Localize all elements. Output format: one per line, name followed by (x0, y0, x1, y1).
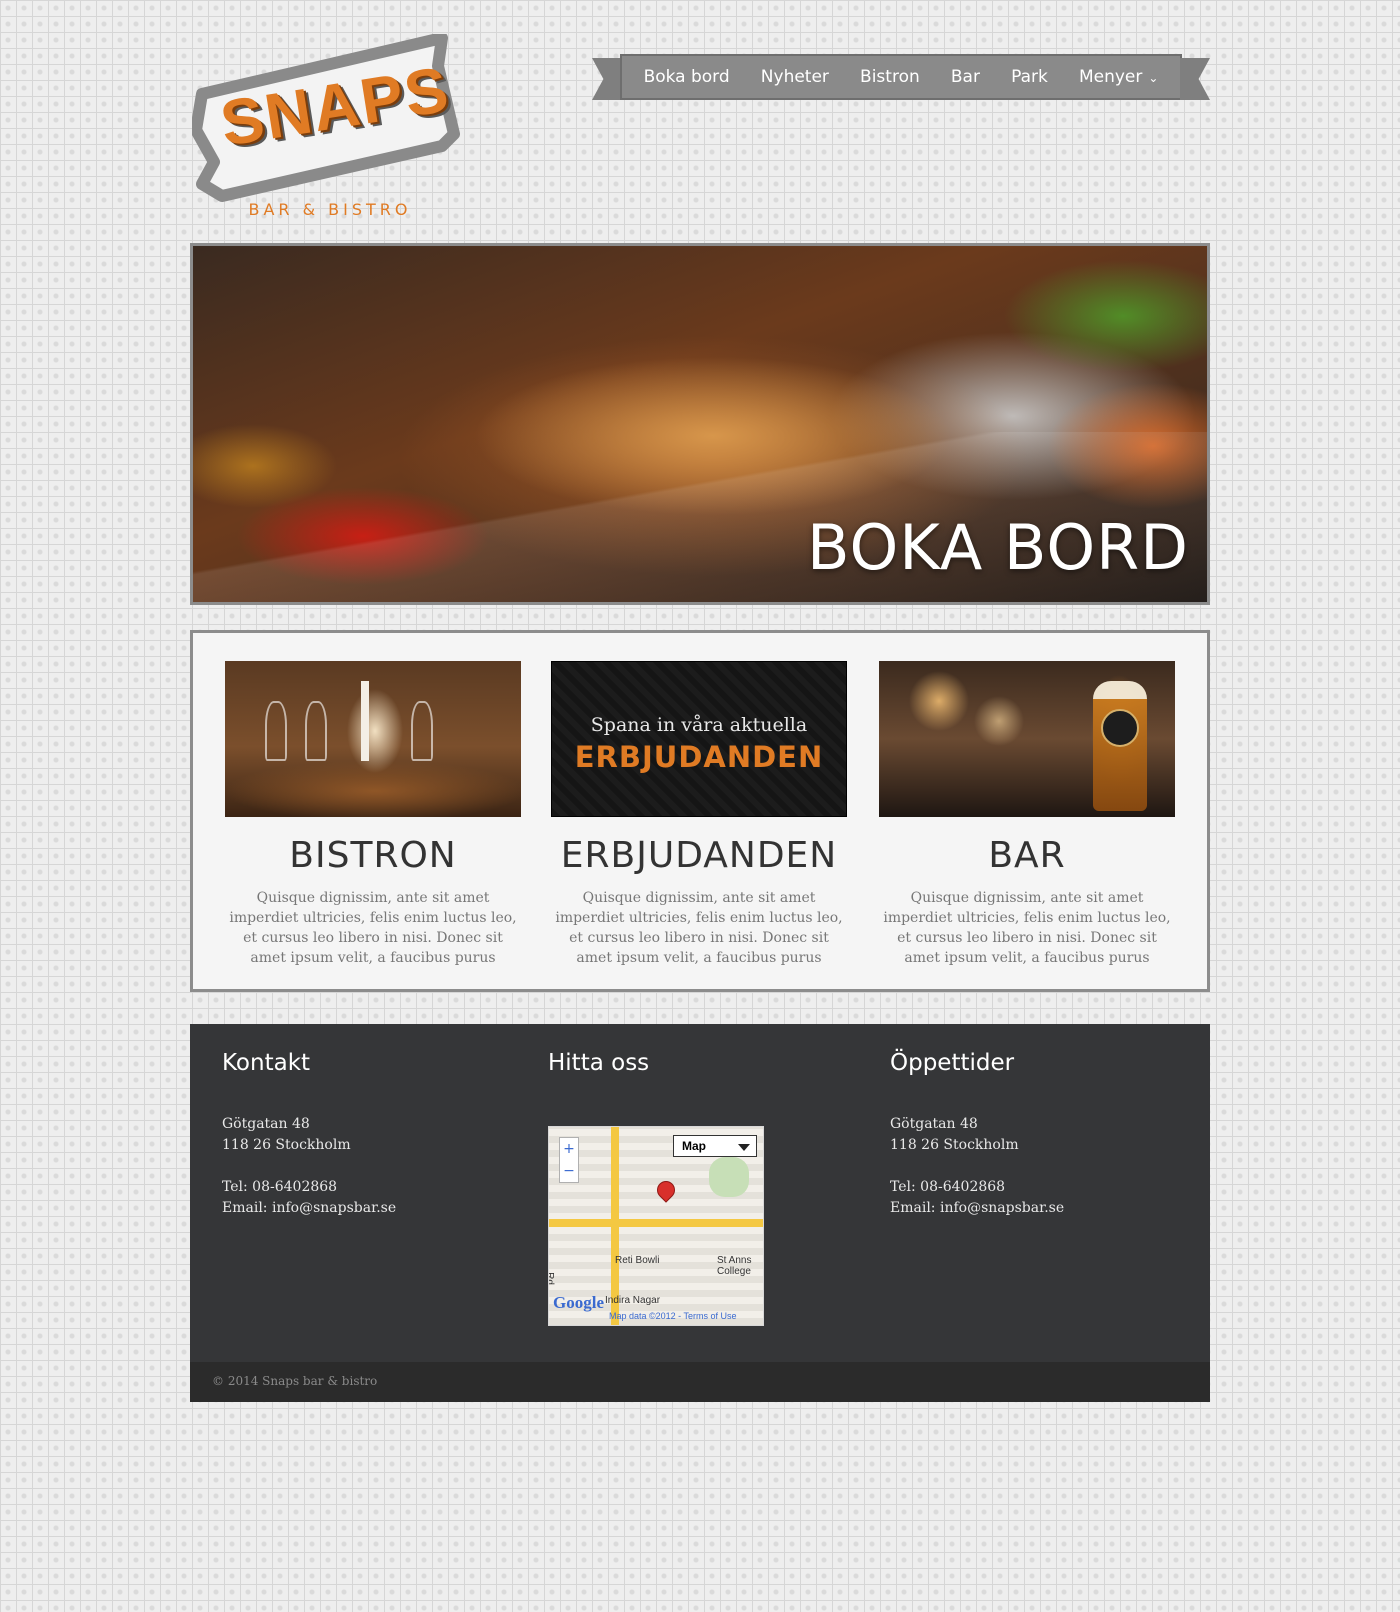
offers-banner-image: Spana in våra aktuella ERBJUDANDEN (551, 661, 847, 817)
copyright-bar: © 2014 Snaps bar & bistro (190, 1362, 1210, 1402)
google-map[interactable]: + − Map Reti Bowli St Anns College Indir… (548, 1126, 764, 1326)
offers-banner-line1: Spana in våra aktuella (590, 714, 808, 736)
email-link[interactable]: Email: info@snapsbar.se (890, 1198, 1170, 1219)
candle-shape (361, 681, 369, 761)
feature-text: Quisque dignissim, ante sit amet imperdi… (229, 890, 517, 966)
footer-contact: Kontakt Götgatan 48 118 26 Stockholm Tel… (222, 1050, 502, 1219)
logo-tagline: BAR & BISTRO (248, 200, 412, 219)
address-street: Götgatan 48 (890, 1116, 978, 1132)
map-pin-icon[interactable] (653, 1177, 679, 1203)
feature-text: Quisque dignissim, ante sit amet imperdi… (555, 890, 843, 966)
copyright-text: © 2014 Snaps bar & bistro (212, 1374, 378, 1388)
hours-details: Götgatan 48 118 26 Stockholm Tel: 08-640… (890, 1114, 1170, 1219)
nav-ribbon-left (592, 58, 622, 100)
nav-item-menyer-label: Menyer (1078, 67, 1143, 87)
footer-heading: Kontakt (222, 1050, 311, 1076)
map-label-college: St Anns College (717, 1255, 752, 1277)
offers-banner-line2: ERBJUDANDEN (574, 740, 824, 774)
nav-item-boka-bord[interactable]: Boka bord (644, 67, 730, 87)
feature-title: BAR (988, 835, 1066, 876)
footer-heading: Öppettider (890, 1050, 1015, 1076)
feature-card-bar[interactable]: BAR Quisque dignissim, ante sit amet imp… (879, 661, 1175, 968)
hero-banner[interactable]: BOKA BORD (190, 243, 1210, 605)
map-type-select[interactable]: Map (673, 1135, 757, 1157)
wine-glass-shape (265, 701, 287, 761)
feature-title: ERBJUDANDEN (560, 835, 838, 876)
logo[interactable]: SNAPS BAR & BISTRO (192, 34, 462, 224)
dropdown-arrow-icon (738, 1144, 750, 1151)
features-panel: BISTRON Quisque dignissim, ante sit amet… (190, 630, 1210, 992)
nav-ribbon-right (1180, 58, 1210, 100)
nav-item-bistron[interactable]: Bistron (860, 67, 920, 87)
wine-glass-shape (411, 701, 433, 761)
bistro-image (225, 661, 521, 817)
nav-item-park[interactable]: Park (1011, 67, 1048, 87)
nav-bar: Boka bord Nyheter Bistron Bar Park Menye… (620, 54, 1182, 100)
main-nav: Boka bord Nyheter Bistron Bar Park Menye… (592, 54, 1210, 100)
map-attribution-link[interactable]: Map data ©2012 - Terms of Use (609, 1311, 737, 1321)
hero-title[interactable]: BOKA BORD (807, 511, 1189, 584)
address-city: 118 26 Stockholm (222, 1137, 351, 1153)
feature-title: BISTRON (289, 835, 457, 876)
wine-glass-shape (305, 701, 327, 761)
address-city: 118 26 Stockholm (890, 1137, 1019, 1153)
nav-item-menyer[interactable]: Menyer ⌄ (1079, 67, 1158, 87)
footer-heading: Hitta oss (548, 1050, 650, 1076)
map-label-area: Indira Nagar (605, 1295, 661, 1306)
footer-hours: Öppettider Götgatan 48 118 26 Stockholm … (890, 1050, 1170, 1219)
phone-number[interactable]: Tel: 08-6402868 (222, 1177, 502, 1198)
footer: Kontakt Götgatan 48 118 26 Stockholm Tel… (190, 1024, 1210, 1402)
zoom-out-button[interactable]: − (560, 1160, 578, 1182)
address-street: Götgatan 48 (222, 1116, 310, 1132)
nav-item-nyheter[interactable]: Nyheter (761, 67, 829, 87)
feature-card-erbjudanden[interactable]: Spana in våra aktuella ERBJUDANDEN ERBJU… (551, 661, 847, 968)
map-type-value: Map (682, 1139, 706, 1153)
nav-item-bar[interactable]: Bar (951, 67, 980, 87)
google-logo[interactable]: Google (553, 1293, 604, 1313)
contact-details: Götgatan 48 118 26 Stockholm Tel: 08-640… (222, 1114, 502, 1219)
map-label-road: Rd (548, 1272, 555, 1285)
footer-find-us: Hitta oss + − Map Reti Bowli St Anns Col… (548, 1050, 788, 1340)
map-park-area (709, 1157, 749, 1197)
email-link[interactable]: Email: info@snapsbar.se (222, 1198, 502, 1219)
chevron-down-icon: ⌄ (1148, 71, 1159, 85)
zoom-in-button[interactable]: + (560, 1138, 578, 1160)
feature-card-bistron[interactable]: BISTRON Quisque dignissim, ante sit amet… (225, 661, 521, 968)
map-label-bowling: Reti Bowli (615, 1255, 660, 1266)
bar-image (879, 661, 1175, 817)
beer-logo-badge (1101, 709, 1139, 747)
phone-number[interactable]: Tel: 08-6402868 (890, 1177, 1170, 1198)
feature-text: Quisque dignissim, ante sit amet imperdi… (883, 890, 1171, 966)
map-zoom-control[interactable]: + − (559, 1137, 579, 1183)
